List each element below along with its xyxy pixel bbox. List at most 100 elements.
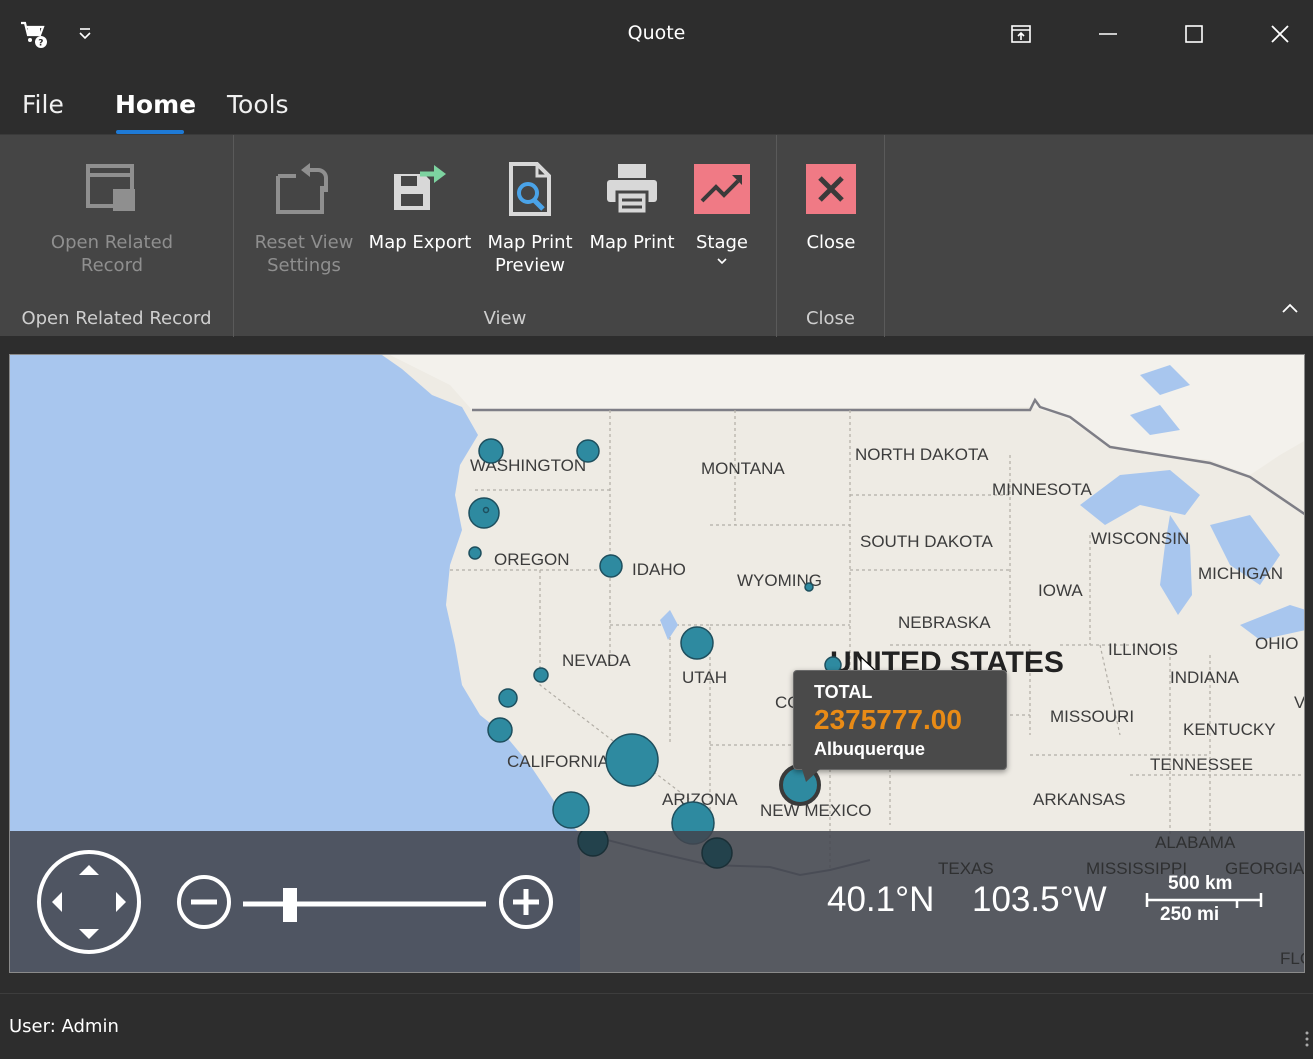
tooltip-pointer	[802, 769, 820, 782]
map-tooltip: TOTAL 2375777.00 Albuquerque	[793, 670, 1007, 782]
map-print-button[interactable]: Map Print	[584, 157, 680, 254]
map-print-label: Map Print	[589, 232, 675, 253]
maximize-button[interactable]	[1172, 14, 1216, 54]
open-related-record-button[interactable]: Open Related Record	[47, 157, 177, 277]
label-north-dakota: NORTH DAKOTA	[855, 445, 989, 464]
map-export-icon	[388, 157, 452, 221]
ribbon-group-view: Reset View Settings Map Export Map Print…	[234, 135, 777, 337]
label-illinois: ILLINOIS	[1108, 640, 1178, 659]
label-utah: UTAH	[682, 668, 727, 687]
minimize-button[interactable]	[1086, 14, 1130, 54]
label-missouri: MISSOURI	[1050, 707, 1134, 726]
menu-bar: File Home Tools	[0, 68, 1313, 134]
close-label: Close	[806, 232, 856, 253]
label-iowa: IOWA	[1038, 581, 1083, 600]
bubble-marker	[804, 582, 814, 592]
map-export-button[interactable]: Map Export	[366, 157, 474, 254]
scale-mi-label: 250 mi	[1160, 904, 1220, 925]
label-idaho: IDAHO	[632, 560, 686, 579]
bubble-marker	[605, 733, 659, 787]
pan-right-icon	[116, 892, 126, 912]
tab-tools[interactable]: Tools	[227, 90, 289, 119]
ribbon-group-close: Close Close	[777, 135, 885, 337]
tooltip-city: Albuquerque	[814, 739, 925, 759]
bubble-marker	[468, 546, 482, 560]
map-navigation-overlay: TEXAS ALABAMA MISSISSIPPI GEORGIA FLOR	[10, 831, 1304, 972]
label-montana: MONTANA	[701, 459, 785, 478]
plus-icon	[513, 889, 539, 915]
label-wisconsin: WISCONSIN	[1091, 529, 1189, 548]
printer-icon	[600, 157, 664, 221]
open-related-record-label: Open Related Record	[50, 232, 174, 276]
chevron-down-icon	[717, 258, 727, 265]
open-related-record-icon	[80, 157, 144, 221]
pan-up-icon	[79, 865, 99, 875]
zoom-out-button[interactable]	[177, 875, 231, 929]
title-bar: ? Quote	[0, 0, 1313, 68]
print-preview-icon	[498, 157, 562, 221]
label-arkansas: ARKANSAS	[1033, 790, 1126, 809]
bubble-marker	[577, 831, 609, 857]
stage-label: Stage	[695, 232, 748, 253]
label-georgia: GEORGIA	[1225, 859, 1305, 878]
close-window-button[interactable]	[1258, 14, 1302, 54]
label-michigan: MICHIGAN	[1198, 564, 1283, 583]
bubble-marker	[533, 667, 549, 683]
bubble-marker	[482, 506, 490, 514]
label-virginia: VI	[1294, 693, 1305, 712]
app-cart-icon[interactable]: ?	[16, 18, 52, 50]
reset-view-settings-label: Reset View Settings	[254, 232, 354, 276]
longitude-readout: 103.5°W	[972, 880, 1107, 919]
label-indiana: INDIANA	[1170, 668, 1240, 687]
ribbon-group-open-related-record: Open Related Record Open Related Record	[0, 135, 234, 337]
label-oregon: OREGON	[494, 550, 570, 569]
label-california: CALIFORNIA	[507, 752, 610, 771]
bubble-marker	[576, 439, 600, 463]
zoom-slider-thumb[interactable]	[283, 888, 297, 922]
label-tennessee: TENNESSEE	[1150, 755, 1253, 774]
bubble-marker	[487, 717, 513, 743]
pan-left-icon	[52, 892, 62, 912]
ribbon: Open Related Record Open Related Record …	[0, 134, 1313, 337]
bubble-marker	[599, 554, 623, 578]
bubble-marker	[498, 688, 518, 708]
latitude-readout: 40.1°N	[827, 880, 935, 919]
minimize-icon	[1099, 33, 1117, 35]
close-icon	[1271, 25, 1289, 43]
pan-down-icon	[79, 929, 99, 939]
tab-file[interactable]: File	[22, 90, 64, 119]
bubble-marker	[552, 791, 590, 829]
resize-grip-icon[interactable]	[1304, 1030, 1310, 1048]
label-nebraska: NEBRASKA	[898, 613, 991, 632]
group-label-close: Close	[805, 308, 856, 329]
zoom-in-button[interactable]	[499, 875, 553, 929]
quick-access-dropdown-icon[interactable]	[74, 22, 96, 46]
scale-km-label: 500 km	[1168, 873, 1233, 894]
status-user: User: Admin	[9, 1016, 119, 1037]
map-export-label: Map Export	[368, 232, 472, 253]
tab-home[interactable]: Home	[115, 90, 196, 119]
label-minnesota: MINNESOTA	[992, 480, 1092, 499]
close-button[interactable]: Close	[791, 157, 871, 254]
collapse-ribbon-button[interactable]	[1277, 295, 1303, 321]
bubble-marker	[701, 837, 733, 869]
maximize-icon	[1185, 25, 1203, 43]
bubble-marker	[680, 626, 714, 660]
bubble-marker	[468, 497, 500, 529]
tooltip-title: TOTAL	[814, 682, 873, 702]
label-alabama: ALABAMA	[1155, 833, 1236, 852]
tooltip-value: 2375777.00	[814, 704, 962, 735]
label-florida: FLOR	[1280, 949, 1305, 968]
reset-view-settings-button[interactable]: Reset View Settings	[250, 157, 358, 277]
group-label-view: View	[483, 308, 527, 329]
map-view[interactable]: WASHINGTON OREGON IDAHO MONTANA WYOMING …	[9, 354, 1305, 973]
stage-dropdown-button[interactable]: Stage	[684, 157, 760, 266]
status-bar: User: Admin	[0, 993, 1313, 1059]
pop-out-button[interactable]	[999, 14, 1043, 54]
stage-chart-icon	[690, 157, 754, 221]
pan-control[interactable]	[37, 850, 141, 954]
reset-view-icon	[272, 157, 336, 221]
map-print-preview-button[interactable]: Map Print Preview	[478, 157, 582, 277]
label-kentucky: KENTUCKY	[1183, 720, 1276, 739]
label-new-mexico: NEW MEXICO	[760, 801, 871, 820]
